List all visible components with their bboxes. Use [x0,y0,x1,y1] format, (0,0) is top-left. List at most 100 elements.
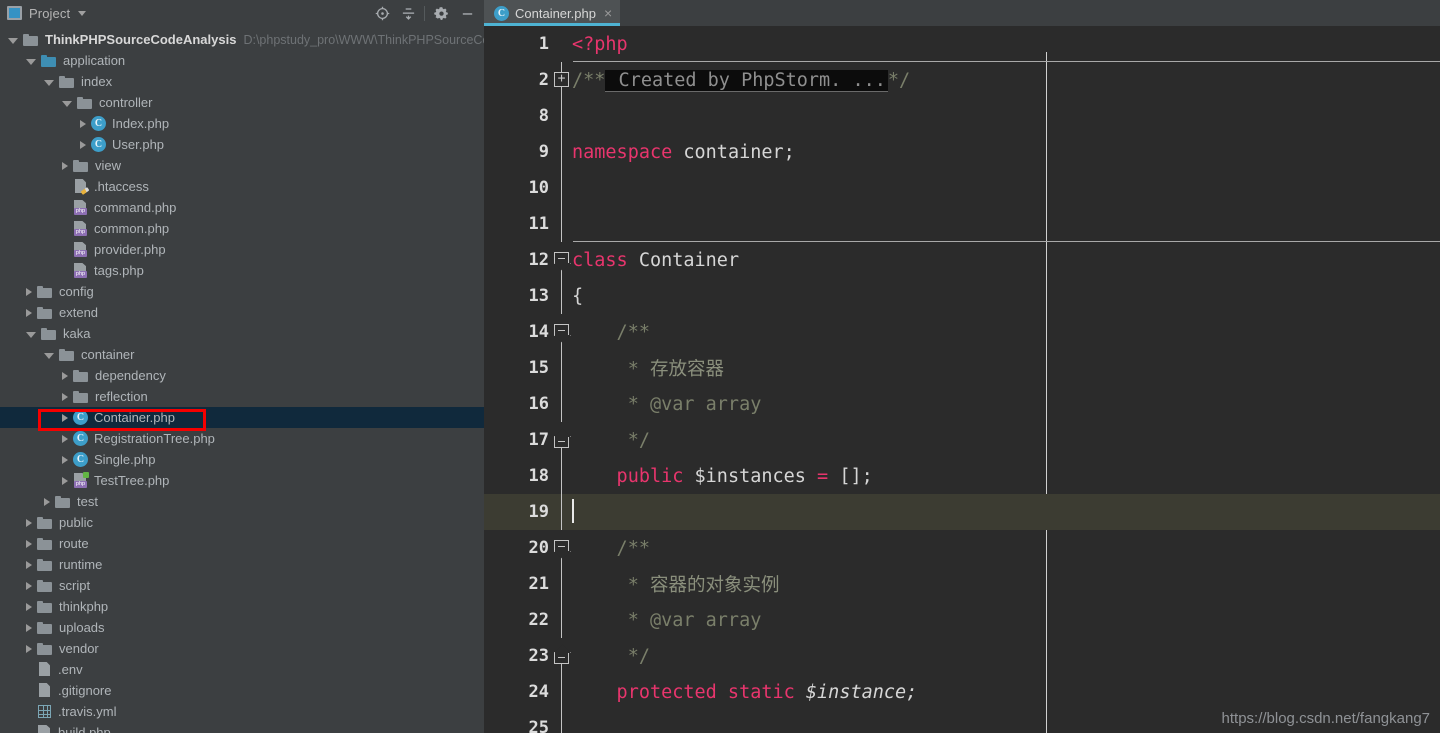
gutter[interactable]: 20 [484,530,569,566]
code-line-24[interactable]: 24 protected static $instance; [484,674,1440,710]
code-text[interactable]: /** [561,538,1440,559]
tree-row-uploads[interactable]: uploads [0,617,484,638]
tree-row-index-php[interactable]: C Index.php [0,113,484,134]
code-line-20[interactable]: 20 /** [484,530,1440,566]
tree-row-index[interactable]: index [0,71,484,92]
fold-collapse-icon[interactable] [554,540,569,552]
chevron-down-icon[interactable] [62,100,72,107]
tree-row-reflection[interactable]: reflection [0,386,484,407]
chevron-right-icon[interactable] [80,140,86,149]
chevron-right-icon[interactable] [62,413,68,422]
chevron-down-icon[interactable] [8,37,18,44]
code-text[interactable]: * @var array [561,394,1440,415]
chevron-right-icon[interactable] [44,497,50,506]
chevron-right-icon[interactable] [62,476,68,485]
tree-row-single-php[interactable]: C Single.php [0,449,484,470]
tree-row-common-php[interactable]: php common.php [0,218,484,239]
folded-comment-placeholder[interactable]: Created by PhpStorm. ... [605,69,888,92]
code-text[interactable]: /** Created by PhpStorm. ... */ [561,69,1440,92]
chevron-down-icon[interactable] [44,79,54,86]
fold-collapse-end-icon[interactable] [554,652,569,664]
gutter[interactable]: 18 [484,458,562,494]
tree-row-application[interactable]: application [0,50,484,71]
code-text[interactable]: { [561,286,1440,307]
tree-row-test[interactable]: test [0,491,484,512]
tree-row-travis-yml[interactable]: .travis.yml [0,701,484,722]
chevron-right-icon[interactable] [26,287,32,296]
code-line-22[interactable]: 22 * @var array [484,602,1440,638]
project-tree[interactable]: ThinkPHPSourceCodeAnalysis D:\phpstudy_pr… [0,26,484,733]
chevron-right-icon[interactable] [26,308,32,317]
gutter[interactable]: +2 [484,62,569,98]
gutter[interactable]: 21 [484,566,562,602]
chevron-right-icon[interactable] [62,455,68,464]
tree-row-dependency[interactable]: dependency [0,365,484,386]
tree-row-command-php[interactable]: php command.php [0,197,484,218]
code-text[interactable] [561,499,1440,524]
tree-row-view[interactable]: view [0,155,484,176]
code-text[interactable]: <?php [561,34,1440,55]
tree-row-thinkphp[interactable]: thinkphp [0,596,484,617]
fold-expand-icon[interactable]: + [554,72,569,87]
fold-collapse-end-icon[interactable] [554,436,569,448]
gutter[interactable]: 15 [484,350,562,386]
gutter[interactable]: 17 [484,422,569,458]
chevron-down-icon[interactable] [26,58,36,65]
minimize-icon[interactable] [454,0,480,26]
code-text[interactable]: protected static $instance; [561,682,1440,703]
locate-target-icon[interactable] [369,0,395,26]
code-text[interactable]: /** [561,322,1440,343]
code-line-18[interactable]: 18 public $instances = []; [484,458,1440,494]
code-text[interactable]: namespace container; [561,142,1440,163]
tree-row-runtime[interactable]: runtime [0,554,484,575]
code-text[interactable]: * 容器的对象实例 [561,571,1440,597]
gutter[interactable]: 13 [484,278,562,314]
chevron-right-icon[interactable] [26,581,32,590]
chevron-right-icon[interactable] [62,371,68,380]
gutter[interactable]: 19 [484,494,562,530]
tree-row-container-php[interactable]: C Container.php [0,407,484,428]
chevron-right-icon[interactable] [26,623,32,632]
code-line-12[interactable]: 12 class Container [484,242,1440,278]
tree-row-env[interactable]: .env [0,659,484,680]
code-line-9[interactable]: 9 namespace container; [484,134,1440,170]
tree-row-script[interactable]: script [0,575,484,596]
code-line-17[interactable]: 17 */ [484,422,1440,458]
settings-gear-icon[interactable] [428,0,454,26]
code-line-2[interactable]: +2/** Created by PhpStorm. ... */ [484,62,1440,98]
gutter[interactable]: 23 [484,638,569,674]
gutter[interactable]: 25 [484,710,562,733]
chevron-right-icon[interactable] [26,644,32,653]
gutter[interactable]: 14 [484,314,569,350]
tree-row-gitignore[interactable]: .gitignore [0,680,484,701]
tree-row-build-php[interactable]: php build.php [0,722,484,733]
tree-row-public[interactable]: public [0,512,484,533]
chevron-right-icon[interactable] [62,434,68,443]
tree-row-registrationtree-php[interactable]: C RegistrationTree.php [0,428,484,449]
tree-row-vendor[interactable]: vendor [0,638,484,659]
chevron-right-icon[interactable] [80,119,86,128]
code-line-15[interactable]: 15 * 存放容器 [484,350,1440,386]
gutter[interactable]: 1 [484,26,561,62]
gutter[interactable]: 16 [484,386,562,422]
tree-row-route[interactable]: route [0,533,484,554]
chevron-down-icon[interactable] [78,10,87,16]
tree-row-htaccess[interactable]: .htaccess [0,176,484,197]
gutter[interactable]: 8 [484,98,562,134]
collapse-all-icon[interactable] [395,0,421,26]
tree-row-container[interactable]: container [0,344,484,365]
tree-row-extend[interactable]: extend [0,302,484,323]
code-editor[interactable]: 1 <?php +2/** Created by PhpStorm. ... */8 9… [484,26,1440,733]
tree-row-thinkphpsourcecodeanalysis[interactable]: ThinkPHPSourceCodeAnalysis D:\phpstudy_pr… [0,29,484,50]
chevron-right-icon[interactable] [26,539,32,548]
chevron-right-icon[interactable] [26,518,32,527]
close-icon[interactable]: × [604,6,612,20]
code-line-23[interactable]: 23 */ [484,638,1440,674]
chevron-right-icon[interactable] [26,560,32,569]
tree-row-kaka[interactable]: kaka [0,323,484,344]
code-line-14[interactable]: 14 /** [484,314,1440,350]
code-line-13[interactable]: 13 { [484,278,1440,314]
tree-row-provider-php[interactable]: php provider.php [0,239,484,260]
fold-collapse-icon[interactable] [554,252,569,264]
gutter[interactable]: 10 [484,170,562,206]
